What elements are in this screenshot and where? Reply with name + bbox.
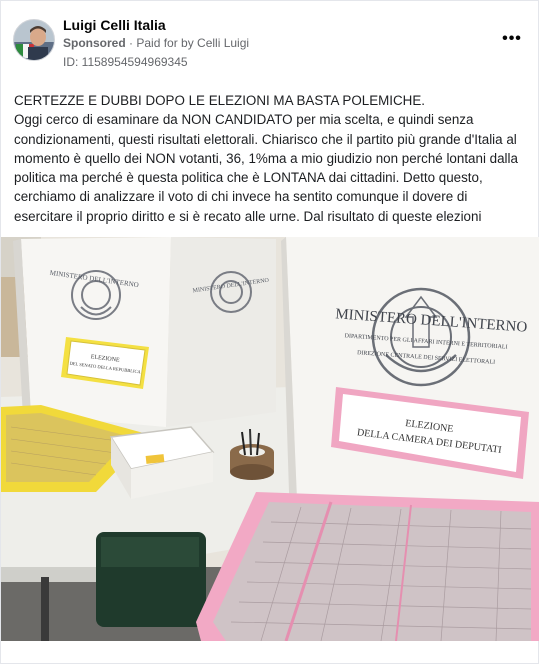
post-headline: CERTEZZE E DUBBI DOPO LE ELEZIONI MA BAS… — [14, 93, 425, 108]
ad-id: ID: 1158954594969345 — [63, 55, 188, 69]
avatar-photo — [14, 20, 54, 60]
post-header: Luigi Celli Italia Sponsored · Paid for … — [13, 15, 528, 73]
paid-for-label: Paid for by Celli Luigi — [136, 36, 250, 50]
post-text: CERTEZZE E DUBBI DOPO LE ELEZIONI MA BAS… — [14, 91, 529, 226]
sponsored-post-card: Luigi Celli Italia Sponsored · Paid for … — [0, 0, 539, 664]
sponsored-label: Sponsored — [63, 36, 126, 50]
separator-dot: · — [125, 36, 137, 50]
avatar[interactable] — [13, 19, 55, 61]
sponsorship-line: Sponsored · Paid for by Celli Luigi — [63, 36, 249, 50]
more-options-icon[interactable]: ••• — [500, 29, 524, 49]
author-name[interactable]: Luigi Celli Italia — [63, 17, 166, 33]
post-body: Oggi cerco di esaminare da NON CANDIDATO… — [14, 112, 518, 224]
post-image[interactable]: MINISTERO DELL'INTERNO MINISTERO DELL'IN… — [1, 237, 539, 641]
ballot-boxes-photo: MINISTERO DELL'INTERNO MINISTERO DELL'IN… — [1, 237, 539, 641]
